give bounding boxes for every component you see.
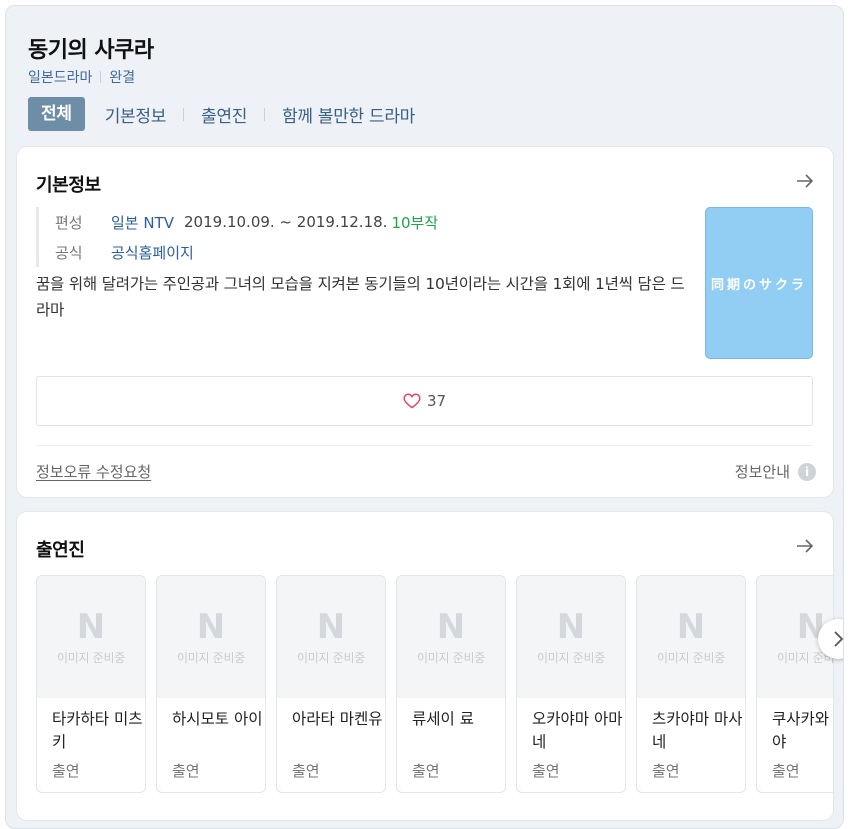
- placeholder-text: 이미지 준비중: [57, 650, 125, 665]
- info-guide-link[interactable]: 정보안내 i: [735, 461, 816, 482]
- cast-list: N 이미지 준비중타카하타 미츠키출연 N 이미지 준비중하시모토 아이출연 N 이미지 …: [36, 575, 833, 793]
- cast-role: 출연: [172, 762, 200, 780]
- heart-icon: [403, 393, 421, 409]
- cast-role: 출연: [772, 762, 800, 780]
- cast-photo-placeholder: N 이미지 준비중: [277, 576, 385, 698]
- placeholder-logo: N: [76, 606, 106, 647]
- cast-photo-placeholder: N 이미지 준비중: [517, 576, 625, 698]
- tab-recommended[interactable]: 함께 볼만한 드라마: [280, 102, 417, 127]
- tab-all[interactable]: 전체: [28, 97, 85, 131]
- like-count: 37: [426, 392, 447, 410]
- cast-member-card[interactable]: N 이미지 준비중츠카야마 마사네출연: [636, 575, 746, 793]
- placeholder-logo: N: [676, 606, 706, 647]
- info-rows: 편성 일본 NTV 2019.10.09. ~ 2019.12.18. 10부작…: [36, 207, 438, 267]
- cast-photo-placeholder: N 이미지 준비중: [157, 576, 265, 698]
- official-homepage-link[interactable]: 공식홈페이지: [111, 242, 194, 263]
- meta-divider: [100, 71, 102, 83]
- placeholder-logo: N: [556, 606, 586, 647]
- meta-genre: 일본드라마: [28, 70, 93, 86]
- cast-name: 쿠사카와 타쿠야: [772, 710, 833, 751]
- report-error-link[interactable]: 정보오류 수정요청: [36, 461, 151, 482]
- broadcast-label: 편성: [55, 213, 83, 232]
- tab-divider: [183, 107, 185, 121]
- tab-divider: [264, 107, 266, 121]
- cast-name: 타카하타 미츠키: [52, 710, 143, 751]
- cast-photo-placeholder: N 이미지 준비중: [397, 576, 505, 698]
- cast-title: 출연진: [36, 540, 85, 561]
- chevron-right-icon: [834, 631, 843, 647]
- drama-panel: 동기의 사쿠라 일본드라마 완결 전체 기본정보 출연진 함께 볼만한 드라마 …: [5, 5, 844, 829]
- cast-member-card[interactable]: N 이미지 준비중아라타 마켄유출연: [276, 575, 386, 793]
- poster-image[interactable]: 同期のサクラ: [705, 207, 813, 359]
- placeholder-text: 이미지 준비중: [657, 650, 725, 665]
- cast-name: 하시모토 아이: [172, 710, 263, 728]
- cast-role: 출연: [52, 762, 80, 780]
- placeholder-logo: N: [316, 606, 346, 647]
- poster-text: 同期のサクラ: [710, 277, 807, 293]
- cast-name: 아라타 마켄유: [292, 710, 383, 728]
- placeholder-logo: N: [436, 606, 466, 647]
- arrow-right-icon[interactable]: [795, 536, 815, 556]
- placeholder-text: 이미지 준비중: [417, 650, 485, 665]
- cast-role: 출연: [292, 762, 320, 780]
- cast-role: 출연: [412, 762, 440, 780]
- cast-member-card[interactable]: N 이미지 준비중하시모토 아이출연: [156, 575, 266, 793]
- cast-name: 츠카야마 마사네: [652, 710, 743, 751]
- cast-member-card[interactable]: N 이미지 준비중류세이 료출연: [396, 575, 506, 793]
- cast-photo-placeholder: N 이미지 준비중: [637, 576, 745, 698]
- cast-role: 출연: [532, 762, 560, 780]
- tab-bar: 전체 기본정보 출연진 함께 볼만한 드라마: [28, 97, 417, 131]
- official-row: 공식 공식홈페이지: [55, 237, 438, 267]
- info-guide-label: 정보안내: [734, 463, 790, 481]
- cast-name: 류세이 료: [412, 710, 474, 728]
- cast-member-card[interactable]: N 이미지 준비중타카하타 미츠키출연: [36, 575, 146, 793]
- official-label: 공식: [55, 243, 83, 262]
- cast-member-card[interactable]: N 이미지 준비중오카야마 아마네출연: [516, 575, 626, 793]
- tab-basic-info[interactable]: 기본정보: [103, 102, 168, 127]
- meta-status: 완결: [109, 70, 136, 86]
- broadcast-channel-link[interactable]: 일본 NTV: [111, 212, 174, 233]
- broadcast-dates: 2019.10.09. ~ 2019.12.18.: [184, 213, 388, 231]
- drama-meta: 일본드라마 완결: [28, 67, 135, 87]
- synopsis: 꿈을 위해 달려가는 주인공과 그녀의 모습을 지켜본 동기들의 10년이라는 …: [36, 275, 685, 319]
- tab-cast[interactable]: 출연진: [199, 102, 249, 127]
- drama-header: 동기의 사쿠라 일본드라마 완결 전체 기본정보 출연진 함께 볼만한 드라마: [6, 6, 843, 146]
- placeholder-text: 이미지 준비중: [537, 650, 605, 665]
- basic-info-card: 기본정보 편성 일본 NTV 2019.10.09. ~ 2019.12.18.…: [17, 147, 833, 497]
- page-title: 동기의 사쿠라: [28, 38, 154, 63]
- divider: [36, 445, 813, 446]
- info-icon: i: [798, 462, 816, 481]
- basic-info-title: 기본정보: [36, 175, 101, 196]
- cast-role: 출연: [652, 762, 680, 780]
- placeholder-text: 이미지 준비중: [177, 650, 245, 665]
- cast-member-card[interactable]: N이미지 준비중쿠사카와 타쿠야출연: [756, 575, 833, 793]
- placeholder-text: 이미지 준비중: [297, 650, 365, 665]
- episode-count: 10부작: [391, 213, 439, 232]
- cast-name: 오카야마 아마네: [532, 710, 623, 751]
- broadcast-row: 편성 일본 NTV 2019.10.09. ~ 2019.12.18. 10부작: [55, 207, 438, 237]
- like-button[interactable]: 37: [36, 376, 813, 426]
- placeholder-logo: N: [196, 606, 226, 647]
- cast-card: 출연진 N 이미지 준비중 타카하타 미츠키 출연 N 이미지 준비중 하시모토 아이 출연 N…: [17, 512, 833, 820]
- cast-photo-placeholder: N 이미지 준비중: [37, 576, 145, 698]
- arrow-right-icon[interactable]: [795, 171, 815, 191]
